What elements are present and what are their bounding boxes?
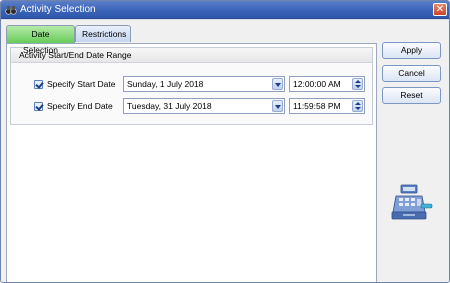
spinner-icon[interactable] <box>352 78 363 90</box>
end-date-row: Specify End Date Tuesday, 31 July 2018 1… <box>11 98 372 114</box>
start-time-value: 12:00:00 AM <box>293 79 341 89</box>
reset-button[interactable]: Reset <box>382 87 441 104</box>
start-time-picker[interactable]: 12:00:00 AM <box>289 76 365 92</box>
cancel-button[interactable]: Cancel <box>382 65 441 82</box>
window-title: Activity Selection <box>20 4 96 15</box>
date-selection-panel: Activity Start/End Date Range Specify St… <box>6 43 377 282</box>
end-date-checkbox[interactable] <box>34 102 43 111</box>
title-bar[interactable]: Activity Selection ✕ <box>1 1 449 19</box>
binoculars-icon <box>5 4 17 16</box>
start-date-row: Specify Start Date Sunday, 1 July 2018 1… <box>11 76 372 92</box>
group-title: Activity Start/End Date Range <box>11 48 372 63</box>
end-time-value: 11:59:58 PM <box>293 101 341 111</box>
tab-date-selection[interactable]: Date Selection <box>6 25 75 55</box>
start-date-checkbox[interactable] <box>34 80 43 89</box>
date-range-group: Activity Start/End Date Range Specify St… <box>10 47 373 125</box>
tab-restrictions[interactable]: Restrictions <box>75 25 131 42</box>
chevron-down-icon[interactable] <box>272 100 283 112</box>
window-client-area: Date Selection Restrictions Activity Sta… <box>1 20 449 282</box>
apply-button[interactable]: Apply <box>382 42 441 59</box>
end-date-checkbox-label[interactable]: Specify End Date <box>47 100 113 112</box>
chevron-down-icon[interactable] <box>272 78 283 90</box>
start-date-picker[interactable]: Sunday, 1 July 2018 <box>123 76 285 92</box>
activity-selection-window: Activity Selection ✕ Date Selection Rest… <box>0 0 450 283</box>
end-date-picker[interactable]: Tuesday, 31 July 2018 <box>123 98 285 114</box>
end-date-value: Tuesday, 31 July 2018 <box>127 101 212 111</box>
close-button[interactable]: ✕ <box>433 3 447 16</box>
start-date-checkbox-label[interactable]: Specify Start Date <box>47 78 116 90</box>
start-date-value: Sunday, 1 July 2018 <box>127 79 204 89</box>
close-icon: ✕ <box>435 4 445 15</box>
end-time-picker[interactable]: 11:59:58 PM <box>289 98 365 114</box>
spinner-icon[interactable] <box>352 100 363 112</box>
cash-register-icon <box>391 182 433 222</box>
